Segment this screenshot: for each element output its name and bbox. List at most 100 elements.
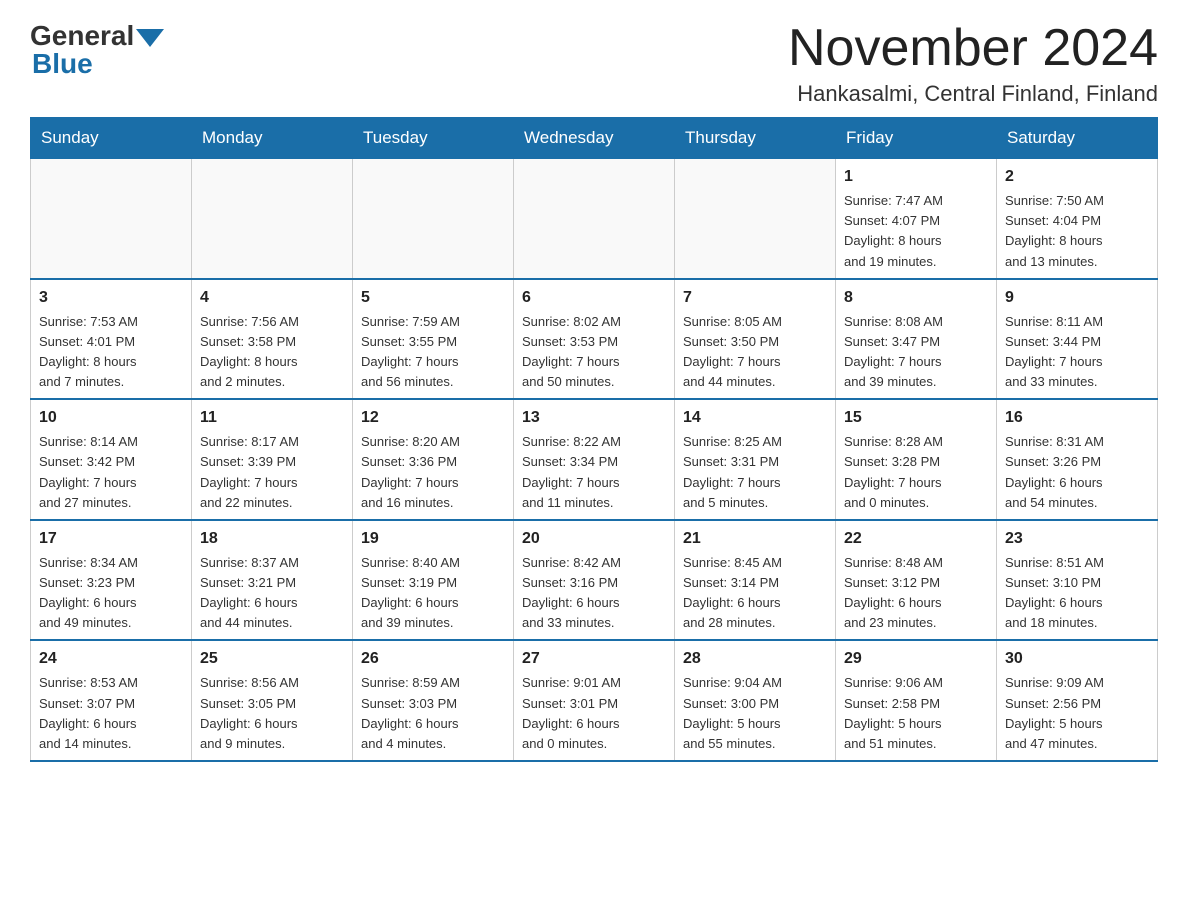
calendar-cell: 23Sunrise: 8:51 AM Sunset: 3:10 PM Dayli…: [997, 520, 1158, 641]
day-info: Sunrise: 8:14 AM Sunset: 3:42 PM Dayligh…: [39, 432, 183, 513]
day-info: Sunrise: 8:20 AM Sunset: 3:36 PM Dayligh…: [361, 432, 505, 513]
calendar-cell: 1Sunrise: 7:47 AM Sunset: 4:07 PM Daylig…: [836, 159, 997, 279]
day-number: 23: [1005, 527, 1149, 551]
calendar-cell: 12Sunrise: 8:20 AM Sunset: 3:36 PM Dayli…: [353, 399, 514, 520]
day-number: 17: [39, 527, 183, 551]
title-section: November 2024 Hankasalmi, Central Finlan…: [788, 20, 1158, 107]
day-number: 27: [522, 647, 666, 671]
day-info: Sunrise: 8:17 AM Sunset: 3:39 PM Dayligh…: [200, 432, 344, 513]
day-info: Sunrise: 7:47 AM Sunset: 4:07 PM Dayligh…: [844, 191, 988, 272]
header-monday: Monday: [192, 118, 353, 159]
day-info: Sunrise: 8:05 AM Sunset: 3:50 PM Dayligh…: [683, 312, 827, 393]
day-number: 5: [361, 286, 505, 310]
month-title: November 2024: [788, 20, 1158, 77]
day-number: 15: [844, 406, 988, 430]
day-info: Sunrise: 7:53 AM Sunset: 4:01 PM Dayligh…: [39, 312, 183, 393]
day-number: 8: [844, 286, 988, 310]
day-info: Sunrise: 7:59 AM Sunset: 3:55 PM Dayligh…: [361, 312, 505, 393]
day-number: 16: [1005, 406, 1149, 430]
calendar-cell: 26Sunrise: 8:59 AM Sunset: 3:03 PM Dayli…: [353, 640, 514, 761]
header-wednesday: Wednesday: [514, 118, 675, 159]
logo-blue-text: Blue: [30, 48, 93, 80]
day-number: 9: [1005, 286, 1149, 310]
day-number: 4: [200, 286, 344, 310]
day-info: Sunrise: 8:11 AM Sunset: 3:44 PM Dayligh…: [1005, 312, 1149, 393]
day-number: 11: [200, 406, 344, 430]
calendar-cell: 22Sunrise: 8:48 AM Sunset: 3:12 PM Dayli…: [836, 520, 997, 641]
calendar-cell: 25Sunrise: 8:56 AM Sunset: 3:05 PM Dayli…: [192, 640, 353, 761]
day-number: 10: [39, 406, 183, 430]
day-info: Sunrise: 7:56 AM Sunset: 3:58 PM Dayligh…: [200, 312, 344, 393]
day-number: 30: [1005, 647, 1149, 671]
calendar-cell: 2Sunrise: 7:50 AM Sunset: 4:04 PM Daylig…: [997, 159, 1158, 279]
calendar-week-row: 3Sunrise: 7:53 AM Sunset: 4:01 PM Daylig…: [31, 279, 1158, 400]
day-number: 29: [844, 647, 988, 671]
day-info: Sunrise: 8:02 AM Sunset: 3:53 PM Dayligh…: [522, 312, 666, 393]
calendar-cell: 19Sunrise: 8:40 AM Sunset: 3:19 PM Dayli…: [353, 520, 514, 641]
header-saturday: Saturday: [997, 118, 1158, 159]
day-info: Sunrise: 8:40 AM Sunset: 3:19 PM Dayligh…: [361, 553, 505, 634]
day-number: 20: [522, 527, 666, 551]
day-number: 3: [39, 286, 183, 310]
day-number: 22: [844, 527, 988, 551]
calendar-cell: [353, 159, 514, 279]
calendar-week-row: 1Sunrise: 7:47 AM Sunset: 4:07 PM Daylig…: [31, 159, 1158, 279]
calendar-header-row: Sunday Monday Tuesday Wednesday Thursday…: [31, 118, 1158, 159]
day-number: 28: [683, 647, 827, 671]
day-info: Sunrise: 8:53 AM Sunset: 3:07 PM Dayligh…: [39, 673, 183, 754]
calendar-cell: 11Sunrise: 8:17 AM Sunset: 3:39 PM Dayli…: [192, 399, 353, 520]
calendar-cell: 10Sunrise: 8:14 AM Sunset: 3:42 PM Dayli…: [31, 399, 192, 520]
header-friday: Friday: [836, 118, 997, 159]
day-number: 2: [1005, 165, 1149, 189]
day-info: Sunrise: 9:06 AM Sunset: 2:58 PM Dayligh…: [844, 673, 988, 754]
day-info: Sunrise: 9:01 AM Sunset: 3:01 PM Dayligh…: [522, 673, 666, 754]
day-info: Sunrise: 8:45 AM Sunset: 3:14 PM Dayligh…: [683, 553, 827, 634]
calendar-cell: 9Sunrise: 8:11 AM Sunset: 3:44 PM Daylig…: [997, 279, 1158, 400]
day-number: 19: [361, 527, 505, 551]
calendar-cell: [514, 159, 675, 279]
calendar-cell: 6Sunrise: 8:02 AM Sunset: 3:53 PM Daylig…: [514, 279, 675, 400]
calendar-cell: 29Sunrise: 9:06 AM Sunset: 2:58 PM Dayli…: [836, 640, 997, 761]
calendar-cell: 21Sunrise: 8:45 AM Sunset: 3:14 PM Dayli…: [675, 520, 836, 641]
location: Hankasalmi, Central Finland, Finland: [788, 81, 1158, 107]
day-info: Sunrise: 8:51 AM Sunset: 3:10 PM Dayligh…: [1005, 553, 1149, 634]
day-info: Sunrise: 8:28 AM Sunset: 3:28 PM Dayligh…: [844, 432, 988, 513]
calendar-cell: 30Sunrise: 9:09 AM Sunset: 2:56 PM Dayli…: [997, 640, 1158, 761]
day-info: Sunrise: 8:42 AM Sunset: 3:16 PM Dayligh…: [522, 553, 666, 634]
calendar-cell: 27Sunrise: 9:01 AM Sunset: 3:01 PM Dayli…: [514, 640, 675, 761]
day-info: Sunrise: 8:59 AM Sunset: 3:03 PM Dayligh…: [361, 673, 505, 754]
header-tuesday: Tuesday: [353, 118, 514, 159]
day-info: Sunrise: 8:08 AM Sunset: 3:47 PM Dayligh…: [844, 312, 988, 393]
day-number: 14: [683, 406, 827, 430]
day-number: 21: [683, 527, 827, 551]
calendar-week-row: 17Sunrise: 8:34 AM Sunset: 3:23 PM Dayli…: [31, 520, 1158, 641]
calendar-cell: 20Sunrise: 8:42 AM Sunset: 3:16 PM Dayli…: [514, 520, 675, 641]
calendar-cell: 16Sunrise: 8:31 AM Sunset: 3:26 PM Dayli…: [997, 399, 1158, 520]
day-number: 7: [683, 286, 827, 310]
calendar-cell: 7Sunrise: 8:05 AM Sunset: 3:50 PM Daylig…: [675, 279, 836, 400]
calendar-week-row: 10Sunrise: 8:14 AM Sunset: 3:42 PM Dayli…: [31, 399, 1158, 520]
calendar-cell: 24Sunrise: 8:53 AM Sunset: 3:07 PM Dayli…: [31, 640, 192, 761]
day-info: Sunrise: 8:48 AM Sunset: 3:12 PM Dayligh…: [844, 553, 988, 634]
calendar-cell: 13Sunrise: 8:22 AM Sunset: 3:34 PM Dayli…: [514, 399, 675, 520]
calendar-cell: 8Sunrise: 8:08 AM Sunset: 3:47 PM Daylig…: [836, 279, 997, 400]
day-number: 24: [39, 647, 183, 671]
calendar-cell: 17Sunrise: 8:34 AM Sunset: 3:23 PM Dayli…: [31, 520, 192, 641]
day-number: 13: [522, 406, 666, 430]
header-thursday: Thursday: [675, 118, 836, 159]
calendar-cell: 15Sunrise: 8:28 AM Sunset: 3:28 PM Dayli…: [836, 399, 997, 520]
calendar-week-row: 24Sunrise: 8:53 AM Sunset: 3:07 PM Dayli…: [31, 640, 1158, 761]
calendar-cell: 14Sunrise: 8:25 AM Sunset: 3:31 PM Dayli…: [675, 399, 836, 520]
calendar-cell: [31, 159, 192, 279]
calendar-cell: 3Sunrise: 7:53 AM Sunset: 4:01 PM Daylig…: [31, 279, 192, 400]
day-info: Sunrise: 9:04 AM Sunset: 3:00 PM Dayligh…: [683, 673, 827, 754]
day-info: Sunrise: 9:09 AM Sunset: 2:56 PM Dayligh…: [1005, 673, 1149, 754]
header: General Blue November 2024 Hankasalmi, C…: [30, 20, 1158, 107]
day-info: Sunrise: 8:34 AM Sunset: 3:23 PM Dayligh…: [39, 553, 183, 634]
calendar-cell: 5Sunrise: 7:59 AM Sunset: 3:55 PM Daylig…: [353, 279, 514, 400]
day-number: 12: [361, 406, 505, 430]
day-number: 1: [844, 165, 988, 189]
day-info: Sunrise: 8:37 AM Sunset: 3:21 PM Dayligh…: [200, 553, 344, 634]
logo-arrow-icon: [136, 29, 164, 47]
header-sunday: Sunday: [31, 118, 192, 159]
